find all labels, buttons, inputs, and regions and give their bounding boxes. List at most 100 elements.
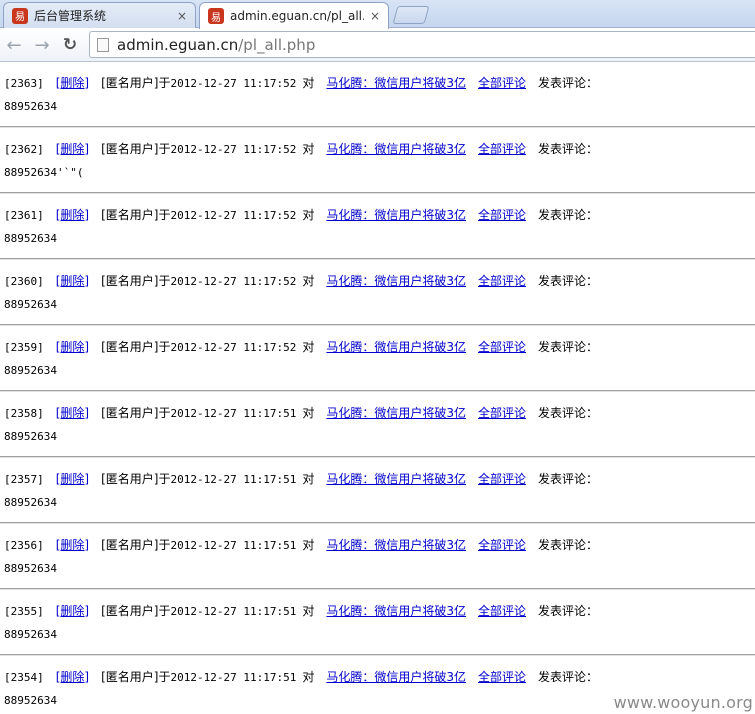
back-arrow-icon[interactable]: ← <box>2 33 26 57</box>
article-link[interactable]: 马化腾：微信用户将破3亿 <box>326 340 466 354</box>
all-comments-link[interactable]: 全部评论 <box>478 406 526 420</box>
comment-text: 88952634 <box>4 298 57 311</box>
delete-link[interactable]: [删除] <box>56 604 89 618</box>
comment-time: 2012-12-27 11:17:52 <box>170 209 297 222</box>
all-comments-link[interactable]: 全部评论 <box>478 670 526 684</box>
comment-id: [2354] <box>4 671 44 684</box>
at-label: 于 <box>158 208 171 222</box>
comment-text: 88952634 <box>4 628 57 641</box>
delete-link[interactable]: [删除] <box>56 472 89 486</box>
all-comments-link[interactable]: 全部评论 <box>478 472 526 486</box>
comment-text: 88952634 <box>4 694 57 707</box>
all-comments-link[interactable]: 全部评论 <box>478 208 526 222</box>
article-link[interactable]: 马化腾：微信用户将破3亿 <box>326 472 466 486</box>
comment-entry: [2361] [删除] [匿名用户]于2012-12-27 11:17:52 对马化腾… <box>0 194 755 260</box>
to-label: 对 <box>302 406 315 420</box>
site-favicon-icon: 易 <box>208 8 224 24</box>
to-label: 对 <box>302 274 315 288</box>
anonymous-user-label: [匿名用户] <box>101 142 159 156</box>
comment-entry: [2355] [删除] [匿名用户]于2012-12-27 11:17:51 对马化腾… <box>0 590 755 656</box>
to-label: 对 <box>302 340 315 354</box>
tab-title: 后台管理系统 <box>34 9 107 23</box>
comment-header: [2363] [删除] [匿名用户]于2012-12-27 11:17:52 对马化腾… <box>4 74 598 91</box>
delete-link[interactable]: [删除] <box>56 208 89 222</box>
comment-header: [2355] [删除] [匿名用户]于2012-12-27 11:17:51 对马化腾… <box>4 602 598 619</box>
all-comments-link[interactable]: 全部评论 <box>478 274 526 288</box>
anonymous-user-label: [匿名用户] <box>101 274 159 288</box>
comment-id: [2358] <box>4 407 44 420</box>
all-comments-link[interactable]: 全部评论 <box>478 538 526 552</box>
article-link[interactable]: 马化腾：微信用户将破3亿 <box>326 274 466 288</box>
article-link[interactable]: 马化腾：微信用户将破3亿 <box>326 142 466 156</box>
article-link[interactable]: 马化腾：微信用户将破3亿 <box>326 208 466 222</box>
posted-comment-label: 发表评论： <box>538 670 599 684</box>
posted-comment-label: 发表评论： <box>538 406 599 420</box>
article-link[interactable]: 马化腾：微信用户将破3亿 <box>326 604 466 618</box>
close-tab-icon[interactable]: × <box>368 9 382 23</box>
comment-header: [2356] [删除] [匿名用户]于2012-12-27 11:17:51 对马化腾… <box>4 536 598 553</box>
article-link[interactable]: 马化腾：微信用户将破3亿 <box>326 670 466 684</box>
reload-icon[interactable]: ↻ <box>58 33 82 57</box>
new-tab-button[interactable] <box>392 6 430 24</box>
site-favicon-icon: 易 <box>12 7 28 24</box>
article-link[interactable]: 马化腾：微信用户将破3亿 <box>326 538 466 552</box>
article-link[interactable]: 马化腾：微信用户将破3亿 <box>326 76 466 90</box>
at-label: 于 <box>158 76 171 90</box>
delete-link[interactable]: [删除] <box>56 76 89 90</box>
url-text[interactable]: admin.eguan.cn/pl_all.php <box>117 36 315 54</box>
comment-id: [2357] <box>4 473 44 486</box>
comment-time: 2012-12-27 11:17:51 <box>170 539 297 552</box>
comment-id: [2362] <box>4 143 44 156</box>
tab-strip: 易 后台管理系统 × 易 admin.eguan.cn/pl_all.php × <box>0 0 755 29</box>
anonymous-user-label: [匿名用户] <box>101 538 159 552</box>
comment-time: 2012-12-27 11:17:51 <box>170 407 297 420</box>
forward-arrow-icon[interactable]: → <box>30 33 54 57</box>
posted-comment-label: 发表评论： <box>538 76 599 90</box>
at-label: 于 <box>158 670 171 684</box>
delete-link[interactable]: [删除] <box>56 670 89 684</box>
comment-text: 88952634 <box>4 232 57 245</box>
all-comments-link[interactable]: 全部评论 <box>478 142 526 156</box>
comment-entry: [2359] [删除] [匿名用户]于2012-12-27 11:17:52 对马化腾… <box>0 326 755 392</box>
tab-admin-system[interactable]: 易 后台管理系统 × <box>3 2 196 28</box>
all-comments-link[interactable]: 全部评论 <box>478 604 526 618</box>
comment-id: [2361] <box>4 209 44 222</box>
delete-link[interactable]: [删除] <box>56 274 89 288</box>
to-label: 对 <box>302 208 315 222</box>
comment-id: [2355] <box>4 605 44 618</box>
comment-time: 2012-12-27 11:17:52 <box>170 275 297 288</box>
to-label: 对 <box>302 538 315 552</box>
comment-id: [2359] <box>4 341 44 354</box>
all-comments-link[interactable]: 全部评论 <box>478 76 526 90</box>
tab-pl-all[interactable]: 易 admin.eguan.cn/pl_all.php × <box>199 2 389 29</box>
delete-link[interactable]: [删除] <box>56 142 89 156</box>
comment-id: [2363] <box>4 77 44 90</box>
page-icon <box>97 37 109 52</box>
anonymous-user-label: [匿名用户] <box>101 208 159 222</box>
delete-link[interactable]: [删除] <box>56 538 89 552</box>
at-label: 于 <box>158 340 171 354</box>
address-bar[interactable]: admin.eguan.cn/pl_all.php <box>89 31 755 58</box>
comment-time: 2012-12-27 11:17:52 <box>170 77 297 90</box>
comment-time: 2012-12-27 11:17:52 <box>170 143 297 156</box>
article-link[interactable]: 马化腾：微信用户将破3亿 <box>326 406 466 420</box>
all-comments-link[interactable]: 全部评论 <box>478 340 526 354</box>
anonymous-user-label: [匿名用户] <box>101 472 159 486</box>
delete-link[interactable]: [删除] <box>56 406 89 420</box>
comment-time: 2012-12-27 11:17:52 <box>170 341 297 354</box>
comment-text: 88952634 <box>4 562 57 575</box>
comment-text: 88952634 <box>4 100 57 113</box>
delete-link[interactable]: [删除] <box>56 340 89 354</box>
to-label: 对 <box>302 76 315 90</box>
at-label: 于 <box>158 406 171 420</box>
close-tab-icon[interactable]: × <box>175 9 189 23</box>
comment-header: [2359] [删除] [匿名用户]于2012-12-27 11:17:52 对马化腾… <box>4 338 598 355</box>
at-label: 于 <box>158 274 171 288</box>
url-host: admin.eguan.cn <box>117 35 239 54</box>
comment-header: [2357] [删除] [匿名用户]于2012-12-27 11:17:51 对马化腾… <box>4 470 598 487</box>
comment-time: 2012-12-27 11:17:51 <box>170 473 297 486</box>
to-label: 对 <box>302 670 315 684</box>
at-label: 于 <box>158 142 171 156</box>
anonymous-user-label: [匿名用户] <box>101 340 159 354</box>
comment-id: [2360] <box>4 275 44 288</box>
